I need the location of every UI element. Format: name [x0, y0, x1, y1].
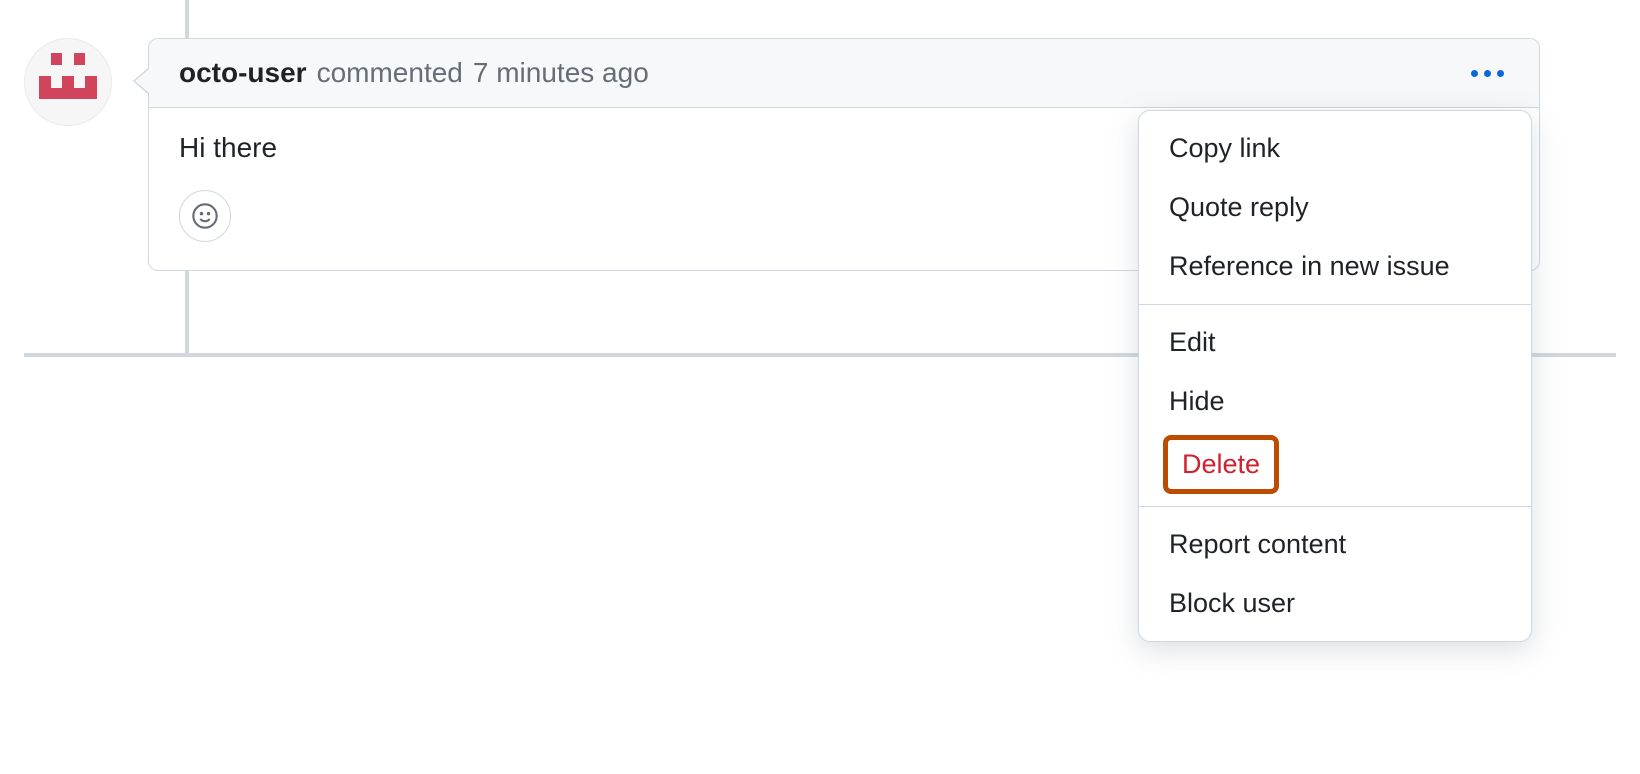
comment-caret — [133, 67, 149, 95]
add-reaction-button[interactable] — [179, 190, 231, 242]
comment-header-meta: octo-user commented 7 minutes ago — [179, 57, 649, 89]
comment-header: octo-user commented 7 minutes ago — [149, 39, 1539, 108]
menu-quote-reply[interactable]: Quote reply — [1139, 178, 1531, 237]
avatar[interactable] — [24, 38, 112, 126]
menu-reference-issue[interactable]: Reference in new issue — [1139, 237, 1531, 296]
menu-separator — [1139, 506, 1531, 507]
menu-delete[interactable]: Delete — [1163, 435, 1279, 494]
menu-report-content[interactable]: Report content — [1139, 515, 1531, 574]
menu-edit[interactable]: Edit — [1139, 313, 1531, 372]
comment-actions-menu: Copy link Quote reply Reference in new i… — [1138, 110, 1532, 642]
menu-separator — [1139, 304, 1531, 305]
menu-hide[interactable]: Hide — [1139, 372, 1531, 431]
kebab-icon[interactable] — [1465, 61, 1509, 85]
menu-block-user[interactable]: Block user — [1139, 574, 1531, 633]
comment-author[interactable]: octo-user — [179, 57, 307, 89]
identicon — [39, 53, 97, 111]
comment-timestamp[interactable]: 7 minutes ago — [473, 57, 649, 89]
comment-action: commented — [317, 57, 463, 89]
smiley-icon — [191, 202, 219, 230]
menu-copy-link[interactable]: Copy link — [1139, 119, 1531, 178]
